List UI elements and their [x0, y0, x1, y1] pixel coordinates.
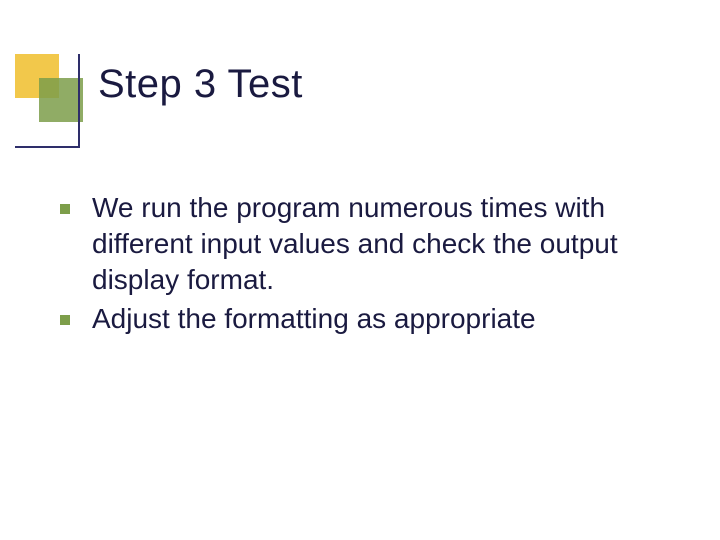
slide-title: Step 3 Test — [98, 62, 303, 107]
bullet-text: Adjust the formatting as appropriate — [92, 301, 536, 337]
bullet-text: We run the program numerous times with d… — [92, 190, 652, 297]
title-divider-horizontal — [15, 146, 80, 148]
bullet-item: We run the program numerous times with d… — [60, 190, 670, 297]
ornament-square-front — [39, 78, 83, 122]
bullet-square-icon — [60, 315, 70, 325]
slide-body: We run the program numerous times with d… — [60, 190, 670, 341]
bullet-square-icon — [60, 204, 70, 214]
slide: Step 3 Test We run the program numerous … — [0, 0, 720, 540]
bullet-item: Adjust the formatting as appropriate — [60, 301, 670, 337]
title-ornament — [15, 54, 85, 124]
title-divider-vertical — [78, 54, 80, 148]
